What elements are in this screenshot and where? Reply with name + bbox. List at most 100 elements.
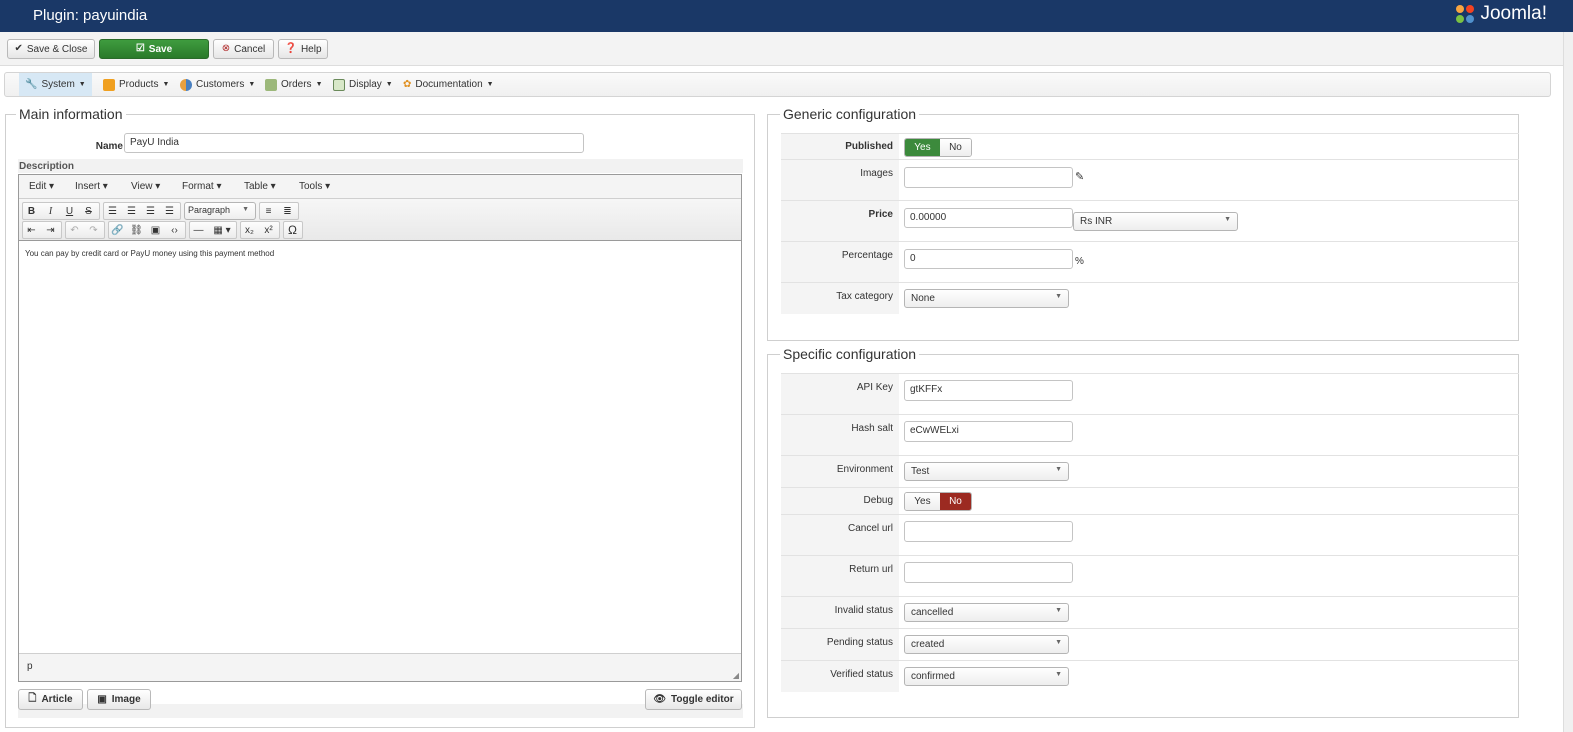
tax-category-label: Tax category	[836, 291, 893, 302]
hash-salt-input[interactable]: eCwWELxi	[904, 421, 1073, 442]
environment-select[interactable]: Test ▼	[904, 462, 1069, 481]
page-scrollbar[interactable]	[1563, 32, 1573, 732]
currency-value: Rs INR	[1080, 216, 1113, 227]
align-right-icon[interactable]: ☰	[142, 203, 159, 219]
redo-icon[interactable]: ↷	[85, 222, 102, 238]
users-icon	[180, 78, 192, 91]
menu-orders[interactable]: Orders ▼	[259, 73, 329, 96]
bullet-list-icon[interactable]: ≡	[260, 203, 277, 219]
debug-label: Debug	[863, 495, 893, 506]
debug-yes[interactable]: Yes	[905, 493, 940, 510]
paragraph-format-select[interactable]: Paragraph ▼	[184, 202, 256, 220]
invalid-status-select[interactable]: cancelled ▼	[904, 603, 1069, 622]
header-bar: Plugin: payuindia Joomla!	[0, 0, 1573, 32]
price-row: Price 0.00000 Rs INR ▼	[781, 200, 1519, 241]
menu-products[interactable]: Products ▼	[97, 73, 175, 96]
invalid-status-value: cancelled	[911, 607, 954, 618]
code-icon[interactable]: ‹›	[166, 222, 183, 238]
caret-down-icon: ▼	[1055, 671, 1062, 678]
rich-text-editor: Edit ▾ Insert ▾ View ▾ Format ▾ Table ▾ …	[18, 174, 742, 682]
editor-menu-insert[interactable]: Insert ▾	[75, 181, 108, 192]
caret-down-icon: ▼	[1055, 293, 1062, 300]
superscript-icon[interactable]: x²	[260, 222, 277, 238]
currency-select[interactable]: Rs INR ▼	[1073, 212, 1238, 231]
picture-icon: ▣	[97, 694, 107, 705]
pending-status-select[interactable]: created ▼	[904, 635, 1069, 654]
published-toggle[interactable]: Yes No	[904, 138, 972, 157]
align-left-icon[interactable]: ☰	[104, 203, 121, 219]
resize-handle-icon[interactable]: ◢	[733, 671, 739, 680]
hash-salt-label: Hash salt	[851, 423, 893, 434]
menu-display[interactable]: Display ▼	[327, 73, 399, 96]
price-input[interactable]: 0.00000	[904, 208, 1073, 228]
undo-icon[interactable]: ↶	[66, 222, 83, 238]
save-close-label: Save & Close	[26, 43, 88, 55]
align-center-icon[interactable]: ☰	[123, 203, 140, 219]
save-close-button[interactable]: ✔ Save & Close	[7, 39, 95, 59]
menu-system[interactable]: 🔧 System ▼	[19, 73, 92, 96]
menu-orders-label: Orders	[281, 79, 312, 90]
editor-content-area[interactable]: You can pay by credit card or PayU money…	[19, 241, 741, 654]
outdent-icon[interactable]: ⇤	[23, 222, 40, 238]
subscript-icon[interactable]: x₂	[241, 222, 258, 238]
editor-menu-view[interactable]: View ▾	[131, 181, 160, 192]
description-label: Description	[19, 161, 75, 172]
help-button[interactable]: ❓ Help	[278, 39, 328, 59]
editor-statusbar: p ◢	[19, 653, 741, 681]
verified-status-value: confirmed	[911, 671, 955, 682]
horizontal-rule-icon[interactable]: —	[190, 222, 207, 238]
caret-down-icon: ▼	[486, 81, 494, 88]
indent-icon[interactable]: ⇥	[42, 222, 59, 238]
check-icon: ✔	[14, 43, 23, 54]
bold-icon[interactable]: B	[23, 203, 40, 219]
underline-icon[interactable]: U	[61, 203, 78, 219]
caret-down-icon: ▼	[1224, 216, 1231, 223]
cancel-url-input[interactable]	[904, 521, 1073, 542]
published-yes[interactable]: Yes	[905, 139, 940, 156]
caret-down-icon: ▼	[385, 81, 393, 88]
caret-down-icon: ▼	[78, 81, 86, 88]
verified-status-label: Verified status	[830, 669, 893, 680]
tax-category-select[interactable]: None ▼	[904, 289, 1069, 308]
cancel-button[interactable]: ⊗ Cancel	[213, 39, 274, 59]
name-input[interactable]: PayU India	[124, 133, 584, 153]
published-no[interactable]: No	[939, 139, 971, 156]
joomla-logo[interactable]: Joomla!	[1454, 2, 1547, 26]
editor-menu-tools[interactable]: Tools ▾	[299, 181, 330, 192]
editor-menu-format[interactable]: Format ▾	[182, 181, 221, 192]
paragraph-format-value: Paragraph	[188, 205, 231, 215]
percentage-input[interactable]: 0	[904, 249, 1073, 269]
api-key-input[interactable]: gtKFFx	[904, 380, 1073, 401]
menu-documentation-label: Documentation	[415, 79, 483, 90]
save-button[interactable]: ☑ Save	[99, 39, 209, 59]
table-icon[interactable]: ▦ ▾	[209, 222, 235, 238]
strikethrough-icon[interactable]: S	[80, 203, 97, 219]
debug-no[interactable]: No	[939, 493, 971, 510]
image-icon[interactable]: ▣	[147, 222, 164, 238]
menu-documentation[interactable]: ✿ Documentation ▼	[397, 73, 500, 96]
unlink-icon[interactable]: ⛓	[128, 222, 145, 238]
caret-down-icon: ▼	[1055, 466, 1062, 473]
percent-sign: %	[1075, 256, 1084, 267]
save-icon: ☑	[135, 43, 145, 54]
omega-icon[interactable]: Ω	[284, 222, 301, 238]
images-input[interactable]	[904, 167, 1073, 188]
image-button[interactable]: ▣ Image	[87, 689, 151, 710]
debug-toggle[interactable]: Yes No	[904, 492, 972, 511]
italic-icon[interactable]: I	[42, 203, 59, 219]
link-icon[interactable]: 🔗	[109, 222, 126, 238]
align-justify-icon[interactable]: ☰	[161, 203, 178, 219]
edit-pencil-icon[interactable]: ✎	[1075, 170, 1084, 183]
article-button[interactable]: 🗋 Article	[18, 689, 83, 710]
pending-status-row: Pending status created ▼	[781, 628, 1519, 660]
editor-menu-table[interactable]: Table ▾	[244, 181, 276, 192]
verified-status-select[interactable]: confirmed ▼	[904, 667, 1069, 686]
editor-menu-edit[interactable]: Edit ▾	[29, 181, 54, 192]
menu-customers[interactable]: Customers ▼	[174, 73, 261, 96]
numbered-list-icon[interactable]: ≣	[279, 203, 296, 219]
menu-system-label: System	[41, 79, 75, 90]
return-url-input[interactable]	[904, 562, 1073, 583]
eye-icon: 👁	[653, 694, 667, 705]
toggle-editor-button[interactable]: 👁 Toggle editor	[645, 689, 742, 710]
article-label: Article	[41, 694, 73, 705]
